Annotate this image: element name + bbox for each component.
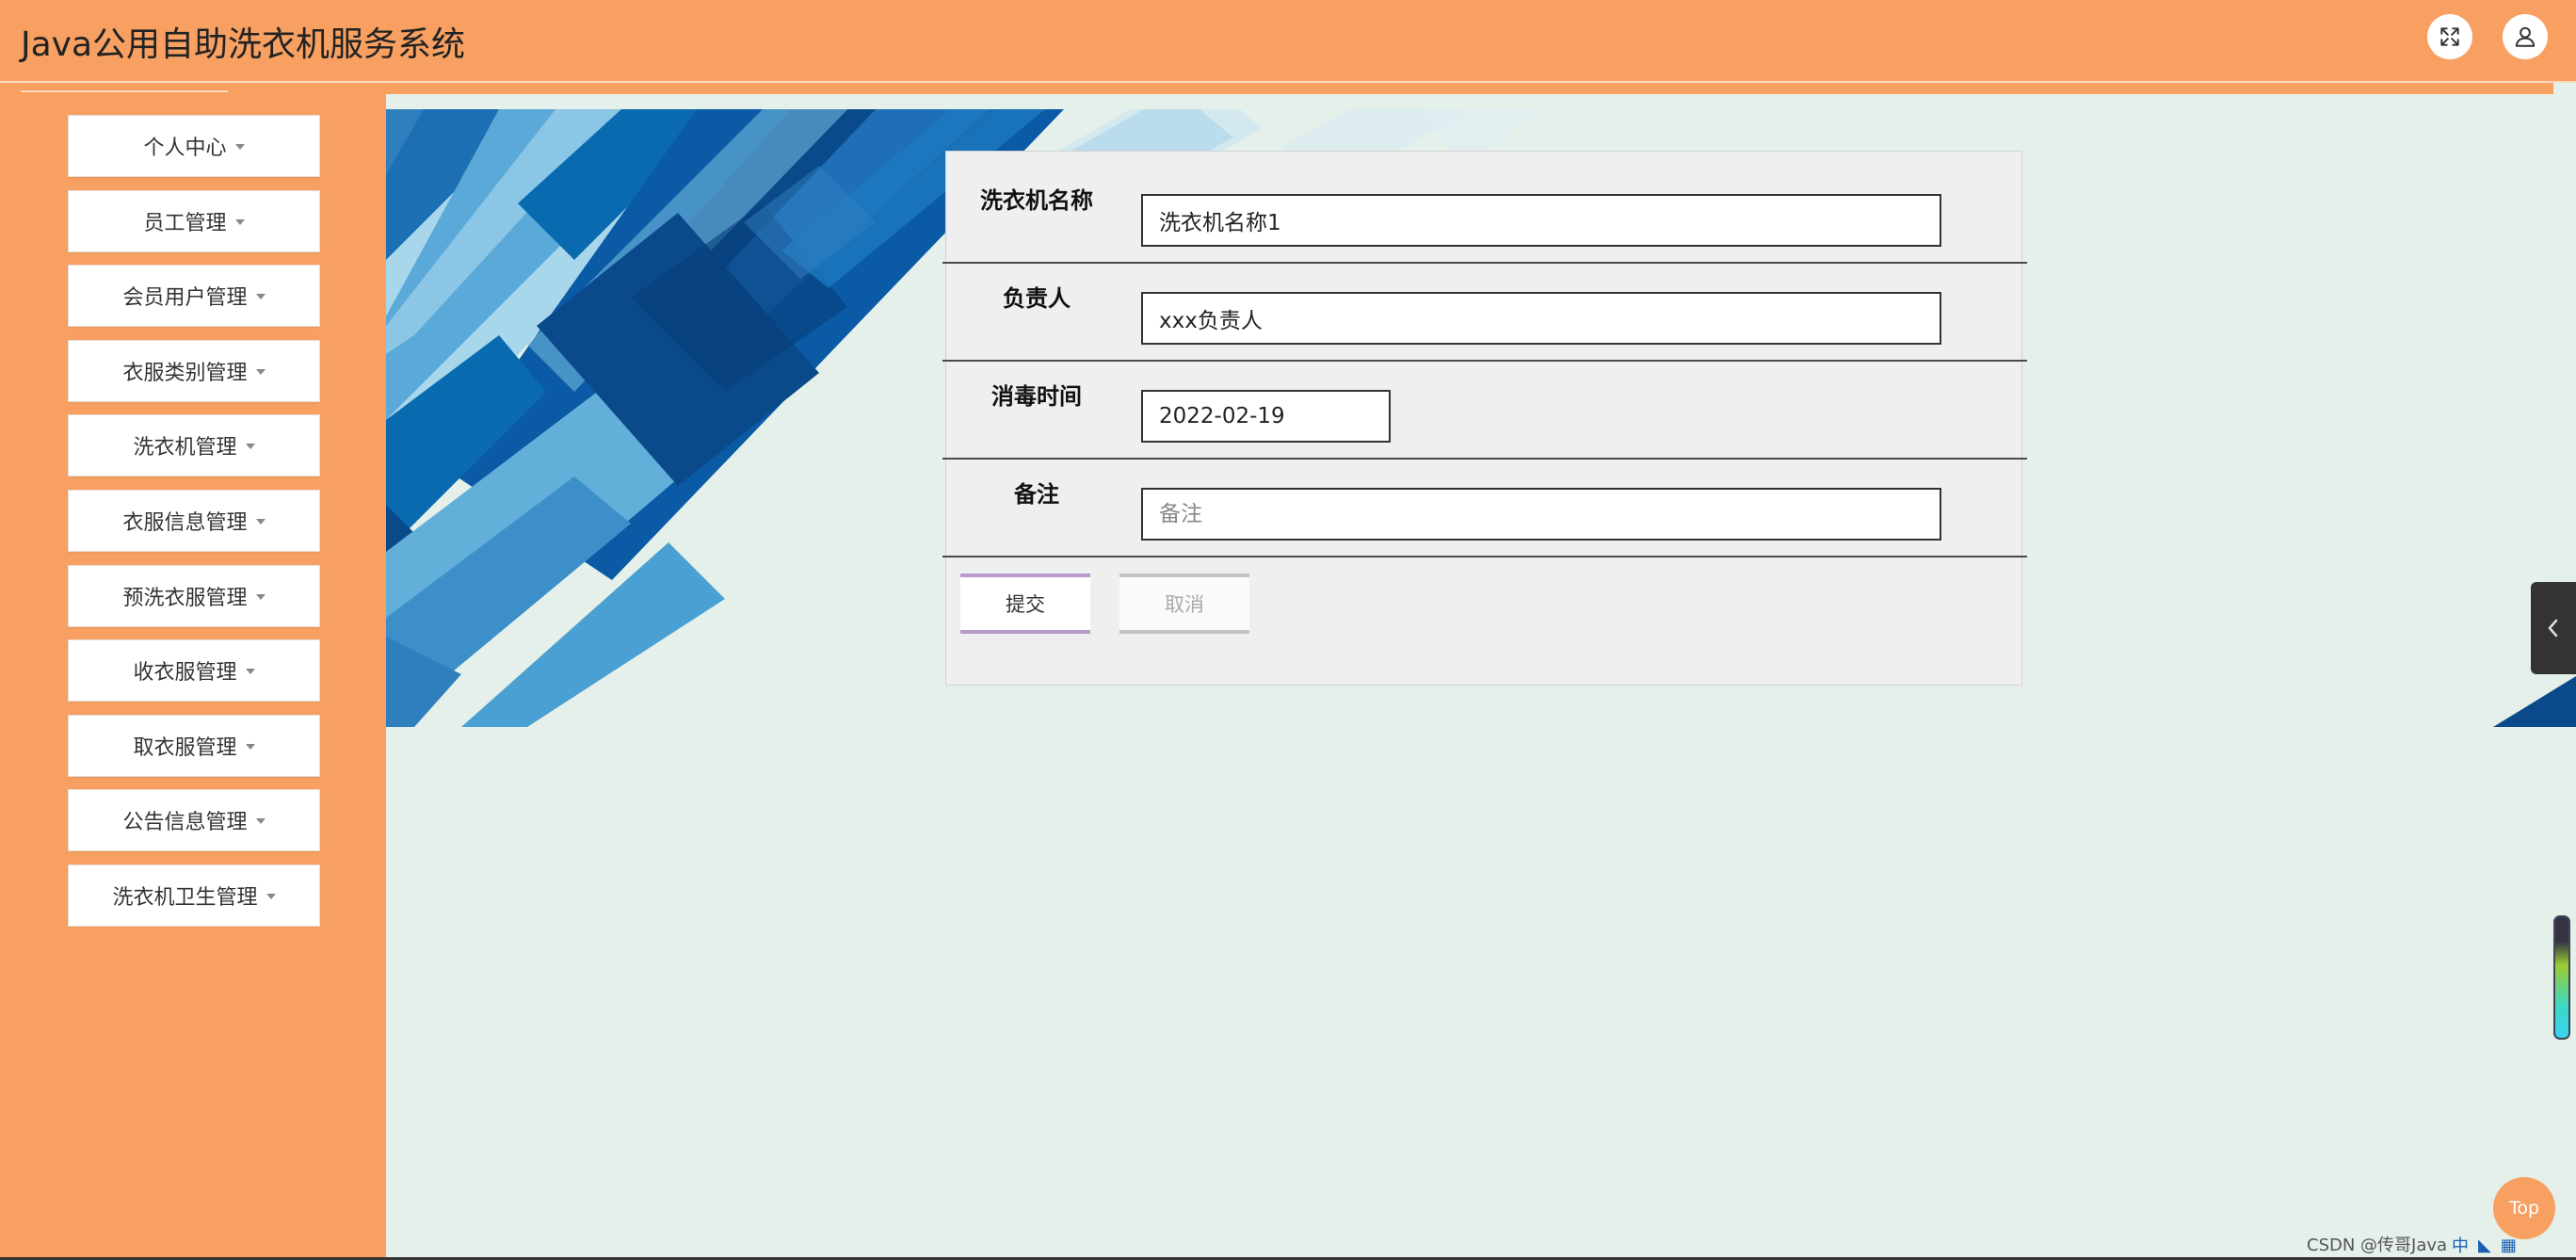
sidebar-item-label: 取衣服管理 bbox=[133, 736, 237, 760]
network-icon: ◣ bbox=[2478, 1235, 2491, 1255]
machine-name-input[interactable] bbox=[1141, 194, 1941, 247]
caret-down-icon bbox=[234, 144, 245, 150]
caret-down-icon bbox=[245, 744, 255, 750]
caret-down-icon bbox=[255, 818, 266, 824]
sidebar-item-label: 洗衣机管理 bbox=[133, 436, 237, 460]
grid-icon: ▦ bbox=[2500, 1235, 2517, 1255]
manager-input[interactable] bbox=[1141, 292, 1941, 345]
sidebar-item-machine-hygiene[interactable]: 洗衣机卫生管理 bbox=[68, 864, 320, 927]
sidebar-item-clothing-info[interactable]: 衣服信息管理 bbox=[68, 490, 320, 552]
form-row-disinfection-time: 消毒时间 bbox=[946, 347, 2021, 445]
caret-down-icon bbox=[245, 444, 255, 449]
row-divider bbox=[942, 556, 2027, 557]
caret-down-icon bbox=[255, 369, 266, 375]
system-tray: 中 ◣ ▦ bbox=[2452, 1230, 2576, 1260]
edit-form: 洗衣机名称 负责人 消毒时间 备注 提交 取消 bbox=[942, 151, 2027, 686]
sidebar-item-label: 员工管理 bbox=[143, 212, 227, 235]
app-title: Java公用自助洗衣机服务系统 bbox=[21, 25, 466, 64]
remarks-label: 备注 bbox=[1014, 481, 1059, 508]
collapse-panel-tab[interactable] bbox=[2531, 582, 2576, 674]
sidebar-item-washing-machine[interactable]: 洗衣机管理 bbox=[68, 414, 320, 477]
sidebar-item-clothing-category[interactable]: 衣服类别管理 bbox=[68, 340, 320, 402]
caret-down-icon bbox=[245, 669, 255, 674]
disinfection-date-input[interactable] bbox=[1141, 390, 1391, 443]
user-icon bbox=[2515, 26, 2536, 47]
sidebar-item-label: 衣服信息管理 bbox=[122, 511, 248, 535]
caret-down-icon bbox=[255, 294, 266, 299]
sidebar-item-staff[interactable]: 员工管理 bbox=[68, 190, 320, 252]
fullscreen-button[interactable] bbox=[2427, 14, 2472, 59]
sidebar-item-label: 预洗衣服管理 bbox=[122, 587, 248, 610]
disinfection-time-label: 消毒时间 bbox=[991, 383, 1082, 410]
sidebar-item-label: 个人中心 bbox=[143, 137, 227, 160]
sidebar-item-label: 公告信息管理 bbox=[122, 811, 248, 834]
user-button[interactable] bbox=[2503, 14, 2548, 59]
machine-name-label: 洗衣机名称 bbox=[980, 187, 1093, 214]
submit-button[interactable]: 提交 bbox=[960, 573, 1090, 634]
fullscreen-expand-icon bbox=[2440, 27, 2459, 46]
sidebar-item-prewash[interactable]: 预洗衣服管理 bbox=[68, 565, 320, 627]
header-strip bbox=[0, 83, 2553, 94]
cancel-button[interactable]: 取消 bbox=[1119, 573, 1249, 634]
level-meter bbox=[2553, 915, 2570, 1040]
sidebar-item-label: 收衣服管理 bbox=[133, 661, 237, 685]
sidebar-item-collect-clothes[interactable]: 收衣服管理 bbox=[68, 639, 320, 702]
form-row-manager: 负责人 bbox=[946, 250, 2021, 347]
sidebar-item-label: 会员用户管理 bbox=[122, 286, 248, 310]
top-header: Java公用自助洗衣机服务系统 bbox=[0, 0, 2576, 83]
sidebar-item-label: 洗衣机卫生管理 bbox=[112, 886, 258, 910]
caret-down-icon bbox=[255, 594, 266, 600]
csdn-watermark: CSDN @传哥Java bbox=[2307, 1236, 2448, 1255]
sidebar-item-personal-center[interactable]: 个人中心 bbox=[68, 115, 320, 177]
form-row-machine-name: 洗衣机名称 bbox=[946, 152, 2021, 250]
sidebar-item-members[interactable]: 会员用户管理 bbox=[68, 265, 320, 327]
caret-down-icon bbox=[255, 519, 266, 525]
manager-label: 负责人 bbox=[1003, 285, 1071, 312]
sidebar-item-pickup-clothes[interactable]: 取衣服管理 bbox=[68, 715, 320, 777]
sidebar-item-label: 衣服类别管理 bbox=[122, 362, 248, 385]
caret-down-icon bbox=[234, 219, 245, 225]
chevron-left-icon bbox=[2548, 619, 2558, 638]
remarks-input[interactable] bbox=[1141, 488, 1941, 541]
caret-down-icon bbox=[266, 894, 276, 899]
header-divider bbox=[21, 90, 228, 92]
banner-corner-shape bbox=[2493, 676, 2576, 727]
sidebar-item-announcements[interactable]: 公告信息管理 bbox=[68, 789, 320, 851]
form-row-remarks: 备注 bbox=[946, 445, 2021, 543]
ime-indicator[interactable]: 中 bbox=[2452, 1233, 2469, 1257]
